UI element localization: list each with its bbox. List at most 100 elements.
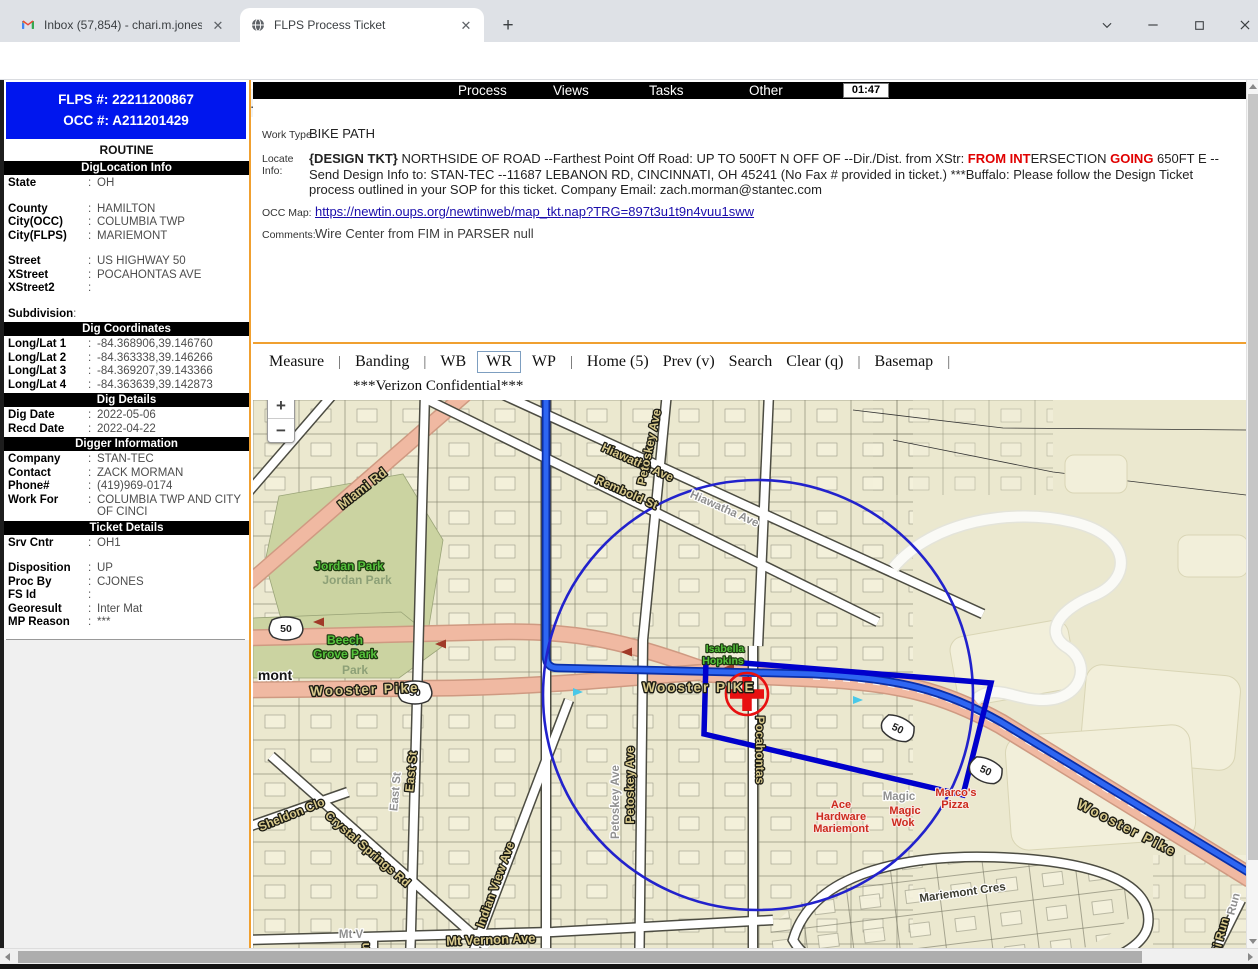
section-header-details: Dig Details [4, 393, 249, 407]
field-proc-by: Proc By:CJONES [4, 576, 249, 589]
tab-gmail[interactable]: Inbox (57,854) - chari.m.jones@ve ✕ [10, 8, 236, 42]
occ-map-link[interactable]: https://newtin.oups.org/newtinweb/map_tk… [315, 204, 754, 219]
field-fs-id: FS Id: [4, 589, 249, 602]
page-horizontal-scrollbar[interactable] [0, 948, 1258, 964]
tab-search-chevron-icon[interactable] [1090, 12, 1124, 38]
confidential-banner: ***Verizon Confidential*** [353, 378, 523, 395]
zoom-in-button[interactable]: + [268, 400, 294, 418]
menu-process[interactable]: Process [458, 83, 507, 98]
tab-title: FLPS Process Ticket [274, 18, 450, 32]
street-label: Pocahontas [753, 716, 767, 784]
section-header-ticket: Ticket Details [4, 521, 249, 535]
poi-label: Wok [891, 817, 915, 829]
globe-icon [250, 17, 266, 33]
ticket-timer: 01:47 [843, 83, 889, 98]
field-longlat4: Long/Lat 4:-84.363639,39.142873 [4, 379, 249, 392]
poi-label: Magic [889, 805, 920, 817]
ticket-main-panel: Process Views Tasks Other 01:47 Work Typ… [253, 80, 1246, 948]
section-header-digger: Digger Information [4, 437, 249, 451]
wr-button-selected[interactable]: WR [477, 351, 521, 373]
map-zoom-control: + − [267, 400, 295, 443]
tab-close-icon[interactable]: ✕ [458, 17, 474, 33]
poi-label: Hopkins [702, 655, 744, 667]
search-button[interactable]: Search [729, 353, 773, 371]
page-scrollbar-thumb[interactable] [18, 951, 1142, 963]
section-header-diglocation: DigLocation Info [4, 161, 249, 175]
clear-button[interactable]: Clear (q) [786, 353, 843, 371]
occ-map-link-wrap: https://newtin.oups.org/newtinweb/map_tk… [315, 204, 754, 219]
park-label-shadow: Park [342, 663, 368, 677]
menu-views[interactable]: Views [553, 83, 589, 98]
work-type-value: BIKE PATH [309, 126, 375, 141]
field-subdivision: Subdivision: [4, 308, 249, 321]
poi-label: Isabella [706, 643, 745, 655]
gmail-icon [20, 17, 36, 33]
park-label: Jordan Park [314, 559, 384, 573]
field-work-for: Work For:COLUMBIA TWP AND CITY OF CINCI [4, 494, 249, 519]
street-label: Petoskey Ave [623, 746, 637, 823]
poi-label: Hardware [816, 811, 866, 823]
comments-value: Wire Center from FIM in PARSER null [315, 226, 534, 241]
field-phone: Phone#:(419)969-0174 [4, 480, 249, 493]
ticket-header: FLPS #: 22211200867 OCC #: A211201429 [6, 82, 246, 139]
field-srv-cntr: Srv Cntr:OH1 [4, 537, 249, 550]
browser-toolbar: flps.verizon.com/nextTicket.htm?action=g… [0, 42, 1258, 80]
field-xstreet2: XStreet2: [4, 282, 249, 295]
field-mp-reason: MP Reason:*** [4, 616, 249, 629]
section-header-coords: Dig Coordinates [4, 322, 249, 336]
home-view-button[interactable]: Home (5) [587, 353, 649, 371]
page-vertical-scrollbar[interactable] [1246, 80, 1258, 948]
work-type-label: Work Type: [262, 129, 315, 141]
vertical-scrollbar-thumb[interactable] [1248, 94, 1258, 860]
field-contact: Contact:ZACK MORMAN [4, 467, 249, 480]
field-company: Company:STAN-TEC [4, 453, 249, 466]
poi-label: Ace [831, 799, 851, 811]
window-titlebar [0, 0, 1258, 8]
park-label: Beech [327, 633, 363, 647]
occ-map-label: OCC Map: [262, 207, 312, 219]
tab-close-icon[interactable]: ✕ [210, 17, 226, 33]
screen: Inbox (57,854) - chari.m.jones@ve ✕ FLPS… [0, 0, 1258, 969]
zoom-out-button[interactable]: − [268, 418, 294, 442]
tab-title: Inbox (57,854) - chari.m.jones@ve [44, 18, 202, 32]
street-label: Mt Vernon Ave [446, 930, 536, 948]
field-state: State:OH [4, 177, 249, 190]
field-recd-date: Recd Date:2022-04-22 [4, 423, 249, 436]
field-longlat3: Long/Lat 3:-84.369207,39.143366 [4, 365, 249, 378]
basemap-button[interactable]: Basemap [875, 353, 934, 371]
ticket-sidebar: FLPS #: 22211200867 OCC #: A211201429 RO… [4, 80, 251, 948]
field-longlat1: Long/Lat 1:-84.368906,39.146760 [4, 338, 249, 351]
park-label: Grove Park [313, 647, 377, 661]
menu-other[interactable]: Other [749, 83, 783, 98]
map-canvas[interactable]: 50 50 50 50 Miami Rd Hiawatha Ave Hiawat… [253, 400, 1246, 969]
priority-label: ROUTINE [4, 139, 249, 160]
field-dig-date: Dig Date:2022-05-06 [4, 409, 249, 422]
field-disposition: Disposition:UP [4, 562, 249, 575]
window-bottom-edge [0, 964, 1258, 969]
field-xstreet: XStreet:POCAHONTAS AVE [4, 269, 249, 282]
prev-view-button[interactable]: Prev (v) [663, 353, 715, 371]
tab-flps[interactable]: FLPS Process Ticket ✕ [240, 8, 484, 42]
svg-text:50: 50 [280, 623, 292, 635]
maximize-button[interactable] [1182, 12, 1216, 38]
sidebar-empty-area [4, 640, 249, 949]
new-tab-button[interactable]: + [496, 14, 520, 38]
field-city-occ: City(OCC):COLUMBIA TWP [4, 216, 249, 229]
field-longlat2: Long/Lat 2:-84.363338,39.146266 [4, 352, 249, 365]
measure-button[interactable]: Measure [269, 353, 324, 371]
poi-label: Marco's [935, 787, 976, 799]
wp-button[interactable]: WP [532, 353, 556, 371]
occ-number: OCC #: A211201429 [6, 110, 246, 131]
flps-number: FLPS #: 22211200867 [6, 89, 246, 110]
banding-button[interactable]: Banding [355, 353, 409, 371]
menu-tasks[interactable]: Tasks [649, 83, 684, 98]
app-menubar: Process Views Tasks Other 01:47 [253, 82, 1246, 99]
minimize-button[interactable] [1136, 12, 1170, 38]
wb-button[interactable]: WB [440, 353, 466, 371]
ticket-info-area: Work Type: BIKE PATH LocateInfo: {DESIGN… [253, 99, 1246, 342]
locate-info-text: {DESIGN TKT} NORTHSIDE OF ROAD --Farthes… [309, 151, 1241, 198]
close-button[interactable] [1228, 12, 1258, 38]
field-city-flps: City(FLPS):MARIEMONT [4, 230, 249, 243]
street-label: Mt V [339, 929, 364, 941]
locate-info-label: LocateInfo: [262, 153, 294, 177]
